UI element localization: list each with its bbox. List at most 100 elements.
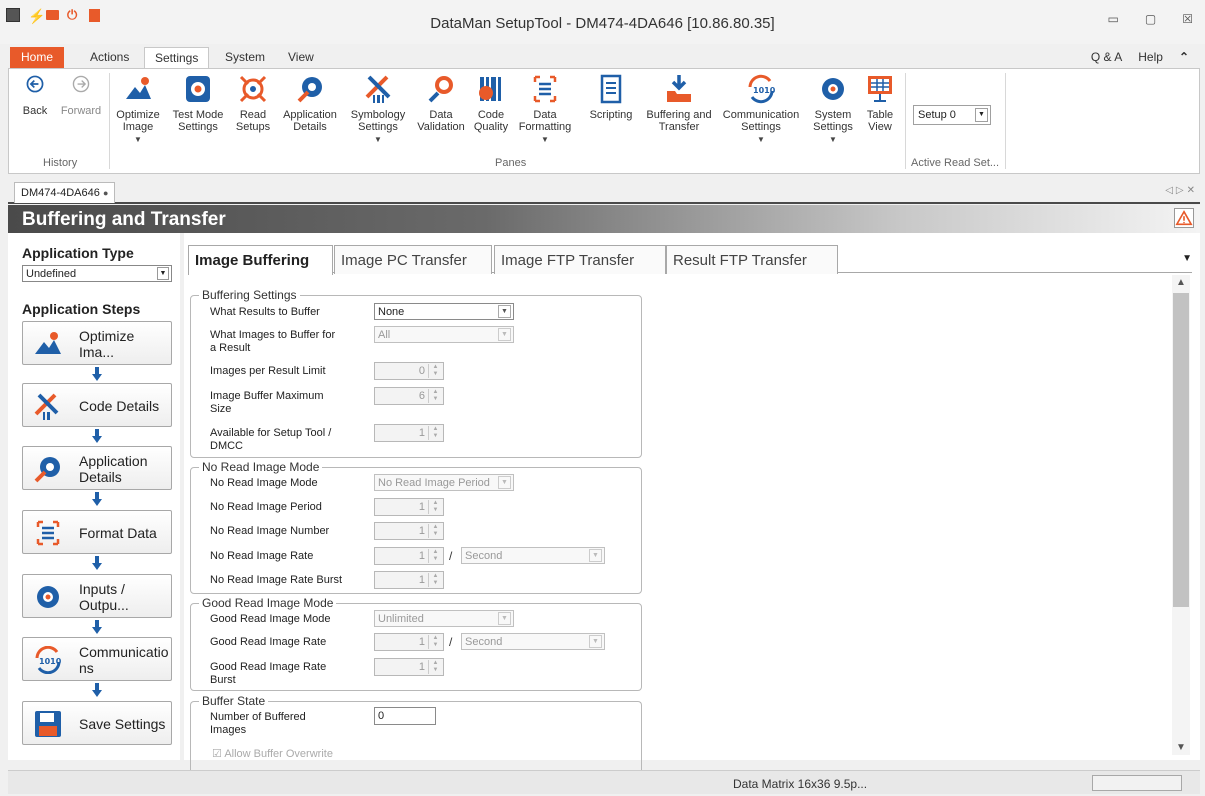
good-read-mode-select[interactable]: Unlimited ▼ [374, 610, 514, 627]
good-read-mode-label: Good Read Image Mode [210, 613, 331, 625]
step-code-details[interactable]: Code Details [22, 383, 172, 427]
system-settings-button[interactable]: System Settings ▼ [809, 73, 857, 146]
good-read-rate-value: 1 [418, 636, 425, 648]
ribbon-tabs: Home Actions Settings System View Q & A … [0, 44, 1205, 68]
step-optimize-image[interactable]: Optimize Ima... [22, 321, 172, 365]
dropdown-caret-icon: ▼ [134, 135, 142, 144]
buffering-transfer-button[interactable]: Buffering and Transfer [643, 73, 715, 133]
forward-arrow-icon [72, 75, 90, 93]
document-tab[interactable]: DM474-4DA646 ● [14, 182, 116, 203]
tab-view[interactable]: View [278, 47, 324, 68]
tab-actions[interactable]: Actions [80, 47, 139, 68]
available-value: 1 [418, 427, 425, 439]
code-quality-button[interactable]: Code Quality [471, 73, 511, 133]
minimize-button[interactable]: ▭ [1108, 12, 1119, 26]
communication-settings-button[interactable]: 1010 Communication Settings ▼ [719, 73, 803, 146]
vertical-scrollbar[interactable]: ▲ ▼ [1172, 275, 1190, 755]
qa-link[interactable]: Q & A [1091, 50, 1122, 64]
spinner-arrows-icon: ▲ ▼ [428, 660, 442, 674]
tab-image-pc-transfer[interactable]: Image PC Transfer [334, 245, 492, 274]
data-formatting-button[interactable]: Data Formatting ▼ [515, 73, 575, 146]
good-read-rate-label: Good Read Image Rate [210, 636, 327, 648]
no-read-mode-select[interactable]: No Read Image Period ▼ [374, 474, 514, 491]
tabs-overflow-icon[interactable]: ▼ [1182, 253, 1192, 264]
symbology-settings-button[interactable]: Symbology Settings ▼ [347, 73, 409, 146]
tab-system[interactable]: System [215, 47, 275, 68]
tab-result-ftp-transfer[interactable]: Result FTP Transfer [666, 245, 838, 274]
step-save-settings[interactable]: Save Settings [22, 701, 172, 745]
code-quality-icon [479, 77, 501, 101]
no-read-rate-spinner[interactable]: 1 ▲ ▼ [374, 547, 444, 565]
good-read-rate-spinner[interactable]: 1 ▲ ▼ [374, 633, 444, 651]
spinner-arrows-icon: ▲ ▼ [428, 524, 442, 538]
no-read-burst-spinner[interactable]: 1 ▲ ▼ [374, 571, 444, 589]
data-formatting-label: Data Formatting [518, 109, 572, 133]
forward-button[interactable]: Forward [57, 73, 105, 117]
good-read-rate-unit-select[interactable]: Second ▼ [461, 633, 605, 650]
step-application-details[interactable]: Application Details [22, 446, 172, 490]
buffer-max-spinner[interactable]: 6 ▲ ▼ [374, 387, 444, 405]
buffer-max-value: 6 [418, 390, 425, 402]
tab-navigation[interactable]: ◁▷✕ [1165, 185, 1198, 196]
progress-bar [1092, 775, 1182, 791]
warning-icon[interactable] [1174, 208, 1194, 228]
test-mode-settings-button[interactable]: Test Mode Settings [169, 73, 227, 133]
application-icon [34, 457, 60, 483]
data-validation-button[interactable]: Data Validation [415, 73, 467, 133]
what-images-select[interactable]: All ▼ [374, 326, 514, 343]
active-read-setup-group-label: Active Read Set... [911, 157, 1000, 169]
step-inputs-outputs[interactable]: Inputs / Outpu... [22, 574, 172, 618]
back-button[interactable]: Back [15, 73, 55, 117]
optimize-image-button[interactable]: Optimize Image ▼ [113, 73, 163, 146]
tab-image-buffering[interactable]: Image Buffering [188, 245, 333, 275]
collapse-ribbon-icon[interactable]: ⌃ [1179, 50, 1189, 64]
read-setups-button[interactable]: Read Setups [233, 73, 273, 133]
application-type-select[interactable]: Undefined ▼ [22, 265, 172, 282]
what-results-select[interactable]: None ▼ [374, 303, 514, 320]
good-read-title: Good Read Image Mode [199, 596, 337, 610]
good-read-burst-value: 1 [418, 661, 425, 673]
no-read-number-spinner[interactable]: 1 ▲ ▼ [374, 522, 444, 540]
no-read-burst-label: No Read Image Rate Burst [210, 574, 343, 586]
step-label: Application Details [79, 453, 148, 485]
scripting-icon [600, 74, 622, 104]
no-read-rate-unit-select[interactable]: Second ▼ [461, 547, 605, 564]
scripting-button[interactable]: Scripting [585, 73, 637, 121]
tab-image-ftp-transfer[interactable]: Image FTP Transfer [494, 245, 666, 274]
step-format-data[interactable]: Format Data [22, 510, 172, 554]
buffering-settings-title: Buffering Settings [199, 288, 300, 302]
close-button[interactable]: ☒ [1182, 12, 1193, 26]
maximize-button[interactable]: ▢ [1145, 12, 1156, 26]
chevron-down-icon: ▼ [157, 267, 169, 280]
no-read-number-value: 1 [418, 525, 425, 537]
active-setup-select[interactable]: Setup 0 ▼ [913, 105, 991, 125]
page-title: Buffering and Transfer [22, 209, 226, 230]
help-link[interactable]: Help [1138, 50, 1163, 64]
step-communications[interactable]: 1010 Communicatio ns [22, 637, 172, 681]
available-spinner[interactable]: 1 ▲ ▼ [374, 424, 444, 442]
ribbon-separator [1005, 73, 1006, 169]
tab-settings[interactable]: Settings [144, 47, 210, 68]
application-steps-label: Application Steps [22, 301, 141, 317]
step-label: Communicatio ns [79, 644, 169, 676]
allow-overwrite-checkbox[interactable]: ☑ Allow Buffer Overwrite [212, 747, 333, 759]
spinner-arrows-icon: ▲ ▼ [428, 635, 442, 649]
table-view-button[interactable]: Table View [861, 73, 899, 133]
images-per-result-spinner[interactable]: 0 ▲ ▼ [374, 362, 444, 380]
no-read-period-spinner[interactable]: 1 ▲ ▼ [374, 498, 444, 516]
close-tab-icon[interactable]: ● [103, 188, 108, 198]
scroll-thumb[interactable] [1173, 293, 1189, 607]
ribbon-separator [109, 73, 110, 169]
good-read-burst-spinner[interactable]: 1 ▲ ▼ [374, 658, 444, 676]
buffered-count-field: 0 [374, 707, 436, 725]
application-details-button[interactable]: Application Details [279, 73, 341, 133]
images-per-result-value: 0 [418, 365, 425, 377]
no-read-period-value: 1 [418, 501, 425, 513]
application-details-icon [297, 77, 322, 103]
rate-separator: / [449, 549, 453, 563]
communication-label: Communication Settings [722, 109, 800, 133]
scroll-down-icon[interactable]: ▼ [1172, 742, 1190, 753]
buffer-state-title: Buffer State [199, 694, 269, 708]
tab-home[interactable]: Home [10, 47, 64, 68]
scroll-up-icon[interactable]: ▲ [1172, 277, 1190, 288]
